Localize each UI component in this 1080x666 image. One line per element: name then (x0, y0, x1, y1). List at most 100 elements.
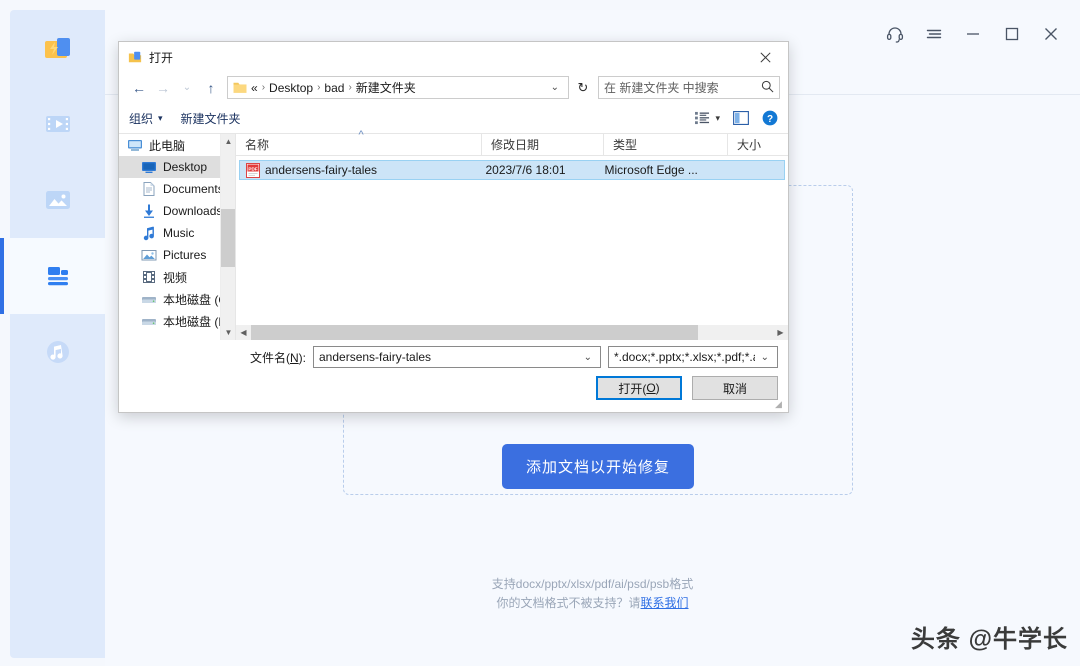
crumb-desktop[interactable]: Desktop (269, 81, 313, 95)
scroll-up-icon[interactable]: ▲ (221, 134, 236, 149)
open-label-suffix: ) (656, 381, 660, 395)
application-window: 添加文档以开始修复 支持docx/pptx/xlsx/pdf/ai/psd/ps… (0, 0, 1080, 666)
file-list-pane: 名称 修改日期 类型 大小 PDF (236, 134, 788, 340)
hamburger-menu-icon[interactable] (923, 23, 945, 45)
tree-item-local-disk-c[interactable]: 本地磁盘 (C:) (119, 288, 235, 310)
open-file-dialog: 打开 ← → ⌄ ↑ « › Desktop › bad (118, 41, 789, 413)
column-header-type[interactable]: 类型 (604, 134, 728, 156)
sidebar-item-logo (10, 10, 105, 86)
tree-label: 视频 (163, 269, 187, 286)
dialog-button-row: 打开(O) 取消 (596, 376, 778, 400)
tree-label: 此电脑 (149, 137, 185, 154)
tree-item-downloads[interactable]: Downloads (119, 200, 235, 222)
column-header-modified[interactable]: 修改日期 (482, 134, 604, 156)
headset-icon[interactable] (884, 23, 906, 45)
tree-item-local-disk-d[interactable]: 本地磁盘 (D:) (119, 310, 235, 332)
refresh-icon[interactable]: ↻ (571, 76, 595, 99)
up-button[interactable]: ↑ (199, 76, 223, 100)
sidebar-item-video-repair[interactable] (10, 86, 105, 162)
file-list-horizontal-scrollbar[interactable]: ◀ ▶ (236, 325, 788, 340)
file-list-header: 名称 修改日期 类型 大小 (236, 134, 788, 156)
cancel-button[interactable]: 取消 (692, 376, 778, 400)
crumb-bad[interactable]: bad (324, 81, 344, 95)
image-icon (41, 183, 75, 217)
crumb-sep-2: › (317, 82, 320, 93)
dialog-footer: 文件名(N): andersens-fairy-tales ⌄ *.docx;*… (119, 340, 788, 412)
minimize-icon[interactable] (962, 23, 984, 45)
crumb-current[interactable]: 新建文件夹 (356, 79, 416, 96)
filename-input[interactable]: andersens-fairy-tales ⌄ (313, 346, 601, 368)
column-label: 名称 (245, 136, 269, 153)
tree-item-this-pc[interactable]: 此电脑 (119, 134, 235, 156)
file-type: Microsoft Edge ... (605, 163, 726, 177)
forward-button[interactable]: → (151, 76, 175, 100)
scrollbar-thumb[interactable] (251, 325, 698, 340)
crumb-root[interactable]: « (251, 81, 258, 95)
pdf-file-icon: PDF (246, 163, 260, 178)
tree-item-videos[interactable]: 视频 (119, 266, 235, 288)
open-button[interactable]: 打开(O) (596, 376, 682, 400)
tree-label: Music (163, 226, 194, 240)
preview-pane-button[interactable] (733, 111, 749, 125)
filename-dropdown-icon[interactable]: ⌄ (578, 352, 598, 363)
contact-us-link[interactable]: 联系我们 (641, 596, 689, 610)
breadcrumb-folder-icon (233, 81, 247, 94)
videos-icon (141, 269, 157, 285)
file-type-filter-combo[interactable]: *.docx;*.pptx;*.xlsx;*.pdf;*.ai;* ⌄ (608, 346, 778, 368)
tree-item-documents[interactable]: Documents (119, 178, 235, 200)
crumb-sep-1: › (262, 82, 265, 93)
column-header-size[interactable]: 大小 (728, 134, 788, 156)
tree-item-pictures[interactable]: Pictures (119, 244, 235, 266)
search-icon (761, 80, 774, 96)
music-icon (41, 335, 75, 369)
unsupported-prefix: 你的文档格式不被支持？请 (496, 596, 640, 610)
sidebar-item-audio-repair[interactable] (10, 314, 105, 390)
resize-grip[interactable]: ◢ (775, 400, 785, 410)
view-options-icon (695, 111, 710, 125)
column-header-name[interactable]: 名称 (236, 134, 482, 156)
organize-label: 组织 (129, 110, 153, 127)
scroll-down-icon[interactable]: ▼ (221, 325, 236, 340)
filename-label: 文件名(N): (250, 349, 306, 366)
maximize-icon[interactable] (1001, 23, 1023, 45)
new-folder-button[interactable]: 新建文件夹 (181, 110, 241, 127)
tree-item-music[interactable]: Music (119, 222, 235, 244)
scroll-right-icon[interactable]: ▶ (773, 325, 788, 340)
breadcrumb-dropdown-icon[interactable]: ⌄ (544, 82, 566, 93)
dialog-titlebar: 打开 (119, 42, 788, 72)
search-box[interactable]: 在 新建文件夹 中搜索 (598, 76, 780, 99)
close-icon[interactable] (1040, 23, 1062, 45)
breadcrumb[interactable]: « › Desktop › bad › 新建文件夹 ⌄ (227, 76, 569, 99)
toolbar-right-group: ▾ ? (695, 110, 778, 126)
help-icon: ? (762, 110, 778, 126)
navigation-pane-scrollbar[interactable]: ▲ ▼ (220, 134, 235, 340)
help-button[interactable]: ? (762, 110, 778, 126)
sidebar-item-photo-repair[interactable] (10, 162, 105, 238)
filename-label-prefix: 文件名( (250, 351, 290, 365)
downloads-icon (141, 203, 157, 219)
view-options-button[interactable]: ▾ (695, 111, 720, 125)
video-icon (41, 107, 75, 141)
add-document-button[interactable]: 添加文档以开始修复 (502, 444, 694, 489)
open-label-prefix: 打开( (618, 380, 646, 397)
view-chevron-down-icon: ▾ (715, 113, 720, 124)
filter-dropdown-icon[interactable]: ⌄ (755, 352, 775, 363)
column-label: 大小 (737, 136, 761, 153)
organize-button[interactable]: 组织 ▾ (129, 110, 163, 127)
tree-item-desktop[interactable]: Desktop (119, 156, 235, 178)
scroll-left-icon[interactable]: ◀ (236, 325, 251, 340)
tree-label: Desktop (163, 160, 207, 174)
recent-locations-button[interactable]: ⌄ (175, 76, 199, 100)
scrollbar-thumb[interactable] (221, 209, 236, 267)
back-button[interactable]: ← (127, 76, 151, 100)
tree-label: Documents (163, 182, 224, 196)
footer-note: 支持docx/pptx/xlsx/pdf/ai/psd/psb格式 你的文档格式… (105, 575, 1080, 613)
sidebar-item-document-repair[interactable] (10, 238, 105, 314)
crumb-sep-3: › (348, 82, 351, 93)
computer-icon (127, 137, 143, 153)
file-list-row[interactable]: PDF andersens-fairy-tales 2023/7/6 18:01… (239, 160, 785, 180)
sidebar (10, 10, 105, 658)
drive-icon (141, 291, 157, 307)
new-folder-label: 新建文件夹 (181, 110, 241, 127)
dialog-close-button[interactable] (743, 42, 788, 72)
